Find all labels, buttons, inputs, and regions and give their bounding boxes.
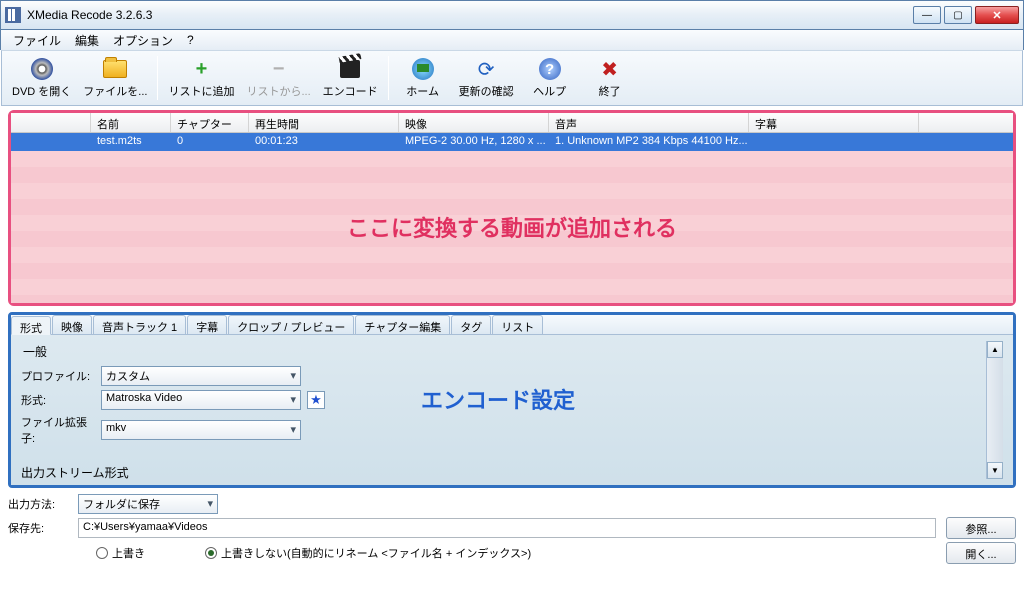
plus-icon: +: [189, 57, 213, 81]
titlebar: XMedia Recode 3.2.6.3 — ▢ ✕: [0, 0, 1024, 30]
annotation-settings: エンコード設定: [421, 383, 575, 479]
tab-video[interactable]: 映像: [52, 315, 92, 334]
tab-tag[interactable]: タグ: [451, 315, 491, 334]
menu-help[interactable]: ?: [181, 31, 200, 49]
col-subtitle[interactable]: 字幕: [749, 113, 919, 132]
check-update-button[interactable]: ⟳更新の確認: [453, 52, 520, 104]
open-dvd-button[interactable]: DVD を開く: [6, 52, 77, 104]
app-icon: [5, 7, 21, 23]
output-path-field[interactable]: C:¥Users¥yamaa¥Videos: [78, 518, 936, 538]
toolbar: DVD を開く ファイルを... +リストに追加 −リストから... エンコード…: [1, 50, 1023, 106]
ext-label: ファイル拡張子:: [21, 414, 101, 446]
profile-combo[interactable]: カスタム: [101, 366, 301, 386]
cell-video: MPEG-2 30.00 Hz, 1280 x ...: [399, 133, 549, 151]
tab-subtitle[interactable]: 字幕: [187, 315, 227, 334]
col-video[interactable]: 映像: [399, 113, 549, 132]
tab-chapter[interactable]: チャプター編集: [355, 315, 450, 334]
col-duration[interactable]: 再生時間: [249, 113, 399, 132]
output-method-label: 出力方法:: [8, 496, 78, 512]
exit-button[interactable]: ✖終了: [580, 52, 640, 104]
settings-scrollbar[interactable]: ▲ ▼: [986, 341, 1003, 479]
menu-edit[interactable]: 編集: [69, 30, 105, 51]
tab-format[interactable]: 形式: [11, 316, 51, 335]
overwrite-radio[interactable]: [96, 547, 108, 559]
open-file-button[interactable]: ファイルを...: [77, 52, 153, 104]
browse-button[interactable]: 参照...: [946, 517, 1016, 539]
col-chapter[interactable]: チャプター: [171, 113, 249, 132]
col-name[interactable]: 名前: [91, 113, 171, 132]
add-to-list-button[interactable]: +リストに追加: [162, 52, 240, 104]
output-area: 出力方法: フォルダに保存 保存先: C:¥Users¥yamaa¥Videos…: [8, 494, 1016, 564]
help-icon: ?: [538, 57, 562, 81]
cell-chapter: 0: [171, 133, 249, 151]
col-audio[interactable]: 音声: [549, 113, 749, 132]
home-button[interactable]: ホーム: [393, 52, 453, 104]
settings-tabs: 形式 映像 音声トラック 1 字幕 クロップ / プレビュー チャプター編集 タ…: [11, 315, 1013, 335]
output-stream-title: 出力ストリーム形式: [21, 464, 129, 481]
minus-icon: −: [267, 57, 291, 81]
no-overwrite-label: 上書きしない(自動的にリネーム <ファイル名 + インデックス>): [221, 545, 531, 561]
help-button[interactable]: ?ヘルプ: [520, 52, 580, 104]
tab-list[interactable]: リスト: [492, 315, 543, 334]
scroll-up-icon[interactable]: ▲: [987, 341, 1003, 358]
dvd-icon: [30, 57, 54, 81]
cell-name: test.m2ts: [91, 133, 171, 151]
format-label: 形式:: [21, 392, 101, 408]
settings-body: 一般 プロファイル: カスタム 形式: Matroska Video ★ ファイ…: [11, 335, 1013, 485]
file-list[interactable]: 名前 チャプター 再生時間 映像 音声 字幕 test.m2ts 0 00:01…: [11, 113, 1013, 303]
ext-combo[interactable]: mkv: [101, 420, 301, 440]
refresh-icon: ⟳: [474, 57, 498, 81]
cell-audio: 1. Unknown MP2 384 Kbps 44100 Hz...: [549, 133, 749, 151]
close-button[interactable]: ✕: [975, 6, 1019, 24]
format-combo[interactable]: Matroska Video: [101, 390, 301, 410]
file-list-header: 名前 チャプター 再生時間 映像 音声 字幕: [11, 113, 1013, 133]
file-list-empty-area[interactable]: ここに変換する動画が追加される: [11, 151, 1013, 303]
toolbar-separator: [388, 56, 389, 100]
window-title: XMedia Recode 3.2.6.3: [27, 8, 913, 22]
folder-icon: [103, 57, 127, 81]
window-buttons: — ▢ ✕: [913, 6, 1019, 24]
output-method-combo[interactable]: フォルダに保存: [78, 494, 218, 514]
encode-settings-area: 形式 映像 音声トラック 1 字幕 クロップ / プレビュー チャプター編集 タ…: [8, 312, 1016, 488]
file-row-selected[interactable]: test.m2ts 0 00:01:23 MPEG-2 30.00 Hz, 12…: [11, 133, 1013, 151]
output-dest-label: 保存先:: [8, 520, 78, 536]
menu-file[interactable]: ファイル: [7, 30, 67, 51]
tab-crop[interactable]: クロップ / プレビュー: [228, 315, 354, 334]
tab-audio[interactable]: 音声トラック 1: [93, 315, 186, 334]
toolbar-separator: [157, 56, 158, 100]
cell-subtitle: [749, 133, 919, 151]
open-button[interactable]: 開く...: [946, 542, 1016, 564]
home-icon: [411, 57, 435, 81]
overwrite-label: 上書き: [112, 545, 145, 561]
maximize-button[interactable]: ▢: [944, 6, 972, 24]
encode-button[interactable]: エンコード: [317, 52, 384, 104]
file-list-area: 名前 チャプター 再生時間 映像 音声 字幕 test.m2ts 0 00:01…: [8, 110, 1016, 306]
annotation-filelist: ここに変換する動画が追加される: [347, 211, 677, 243]
menu-options[interactable]: オプション: [107, 30, 179, 51]
profile-label: プロファイル:: [21, 368, 101, 384]
remove-from-list-button: −リストから...: [240, 52, 316, 104]
exit-icon: ✖: [598, 57, 622, 81]
scroll-down-icon[interactable]: ▼: [987, 462, 1003, 479]
menubar: ファイル 編集 オプション ?: [0, 30, 1024, 50]
no-overwrite-radio[interactable]: [205, 547, 217, 559]
favorite-button[interactable]: ★: [307, 391, 325, 409]
cell-duration: 00:01:23: [249, 133, 399, 151]
clapper-icon: [338, 57, 362, 81]
minimize-button[interactable]: —: [913, 6, 941, 24]
group-general: 一般: [23, 343, 341, 360]
